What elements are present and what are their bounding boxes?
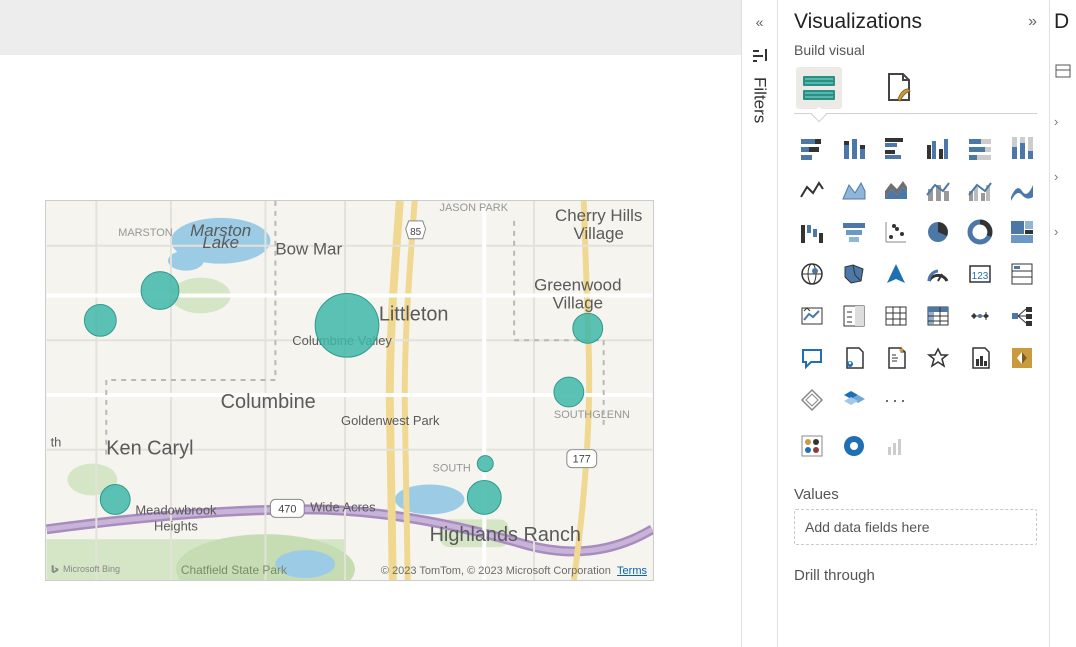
format-page-icon bbox=[882, 71, 916, 105]
bing-icon bbox=[50, 564, 60, 574]
funnel-chart-icon[interactable] bbox=[836, 214, 872, 250]
map-label: th bbox=[51, 435, 62, 450]
hundred-stacked-bar-icon[interactable] bbox=[962, 130, 998, 166]
custom-visual-2-icon[interactable] bbox=[836, 428, 872, 464]
line-stacked-column-icon[interactable] bbox=[920, 172, 956, 208]
get-more-visuals-icon[interactable]: ··· bbox=[878, 382, 914, 418]
stacked-area-chart-icon[interactable] bbox=[878, 172, 914, 208]
area-chart-icon[interactable] bbox=[836, 172, 872, 208]
pie-chart-icon[interactable] bbox=[920, 214, 956, 250]
values-field-well[interactable]: Add data fields here bbox=[794, 509, 1037, 545]
map-label: JASON PARK bbox=[440, 202, 509, 214]
collapse-viz-icon[interactable]: » bbox=[1028, 13, 1037, 31]
clustered-column-chart-icon[interactable] bbox=[920, 130, 956, 166]
map-svg: 470 177 85 MARSTON MarstonLake Bow Mar J… bbox=[46, 201, 653, 580]
map-label: Goldenwest Park bbox=[341, 413, 440, 428]
multi-row-card-icon[interactable] bbox=[1004, 256, 1040, 292]
smart-narrative-icon[interactable] bbox=[836, 340, 872, 376]
line-chart-icon[interactable] bbox=[794, 172, 830, 208]
waterfall-chart-icon[interactable] bbox=[794, 214, 830, 250]
map-label: Wide Acres bbox=[310, 499, 375, 514]
line-clustered-column-icon[interactable] bbox=[962, 172, 998, 208]
stacked-bar-chart-icon[interactable] bbox=[794, 130, 830, 166]
filters-label[interactable]: Filters bbox=[750, 77, 770, 123]
build-visual-icon bbox=[801, 73, 837, 103]
treemap-icon[interactable] bbox=[1004, 214, 1040, 250]
map-visual[interactable]: 470 177 85 MARSTON MarstonLake Bow Mar J… bbox=[45, 200, 654, 581]
format-visual-tab[interactable] bbox=[876, 67, 922, 109]
map-attribution-logo: Microsoft Bing bbox=[50, 564, 120, 577]
kpi-icon[interactable] bbox=[794, 298, 830, 334]
build-visual-label: Build visual bbox=[794, 42, 1037, 58]
custom-visual-1-icon[interactable] bbox=[794, 428, 830, 464]
ribbon-area bbox=[0, 0, 741, 55]
map-label: Chatfield State Park bbox=[181, 563, 287, 577]
filters-pane-collapsed: « Filters bbox=[741, 0, 778, 647]
filled-map-icon[interactable] bbox=[836, 256, 872, 292]
slicer-icon[interactable] bbox=[836, 298, 872, 334]
chevron-right-icon[interactable]: › bbox=[1054, 114, 1076, 129]
scatter-chart-icon[interactable] bbox=[878, 214, 914, 250]
r-visual-icon[interactable] bbox=[962, 298, 998, 334]
build-visual-tab[interactable] bbox=[796, 67, 842, 109]
table-icon[interactable] bbox=[878, 298, 914, 334]
svg-text:123: 123 bbox=[972, 271, 989, 282]
key-influencers-icon[interactable] bbox=[920, 340, 956, 376]
map-label: Ken Caryl bbox=[106, 438, 193, 460]
visualizations-pane: Visualizations » Build visual bbox=[778, 0, 1050, 647]
svg-text:177: 177 bbox=[573, 454, 591, 466]
map-label: Littleton bbox=[379, 303, 449, 325]
map-icon[interactable] bbox=[794, 256, 830, 292]
values-section-label: Values bbox=[794, 486, 1037, 503]
expand-filters-icon[interactable]: « bbox=[742, 14, 777, 30]
azure-map-icon[interactable] bbox=[878, 256, 914, 292]
data-pane-collapsed: D › › › bbox=[1050, 0, 1076, 647]
map-label: Columbine bbox=[221, 391, 316, 413]
svg-text:470: 470 bbox=[278, 503, 296, 515]
app-source-icon[interactable] bbox=[836, 382, 872, 418]
visualizations-title: Visualizations bbox=[794, 10, 922, 34]
chevron-right-icon[interactable]: › bbox=[1054, 169, 1076, 184]
card-icon[interactable]: 123 bbox=[962, 256, 998, 292]
map-attribution-text: © 2023 TomTom, © 2023 Microsoft Corporat… bbox=[381, 565, 647, 577]
paginated-report-icon[interactable] bbox=[878, 340, 914, 376]
clustered-bar-chart-icon[interactable] bbox=[878, 130, 914, 166]
stacked-column-chart-icon[interactable] bbox=[836, 130, 872, 166]
filters-icon bbox=[742, 48, 777, 65]
report-canvas[interactable]: 470 177 85 MARSTON MarstonLake Bow Mar J… bbox=[0, 55, 741, 647]
map-label: Highlands Ranch bbox=[430, 524, 581, 546]
map-label: MARSTON bbox=[118, 227, 173, 239]
hundred-stacked-column-icon[interactable] bbox=[1004, 130, 1040, 166]
custom-visual-3-icon[interactable] bbox=[878, 428, 914, 464]
drill-through-label: Drill through bbox=[794, 567, 1037, 584]
map-terms-link[interactable]: Terms bbox=[617, 565, 647, 577]
donut-chart-icon[interactable] bbox=[962, 214, 998, 250]
gauge-icon[interactable] bbox=[920, 256, 956, 292]
qa-visual-icon[interactable] bbox=[794, 340, 830, 376]
viz-gallery: 123 ··· bbox=[794, 130, 1037, 418]
data-pane-letter: D bbox=[1054, 10, 1076, 34]
svg-text:85: 85 bbox=[410, 227, 422, 238]
map-label: Bow Mar bbox=[275, 240, 342, 259]
chevron-right-icon[interactable]: › bbox=[1054, 224, 1076, 239]
python-visual-icon[interactable] bbox=[962, 340, 998, 376]
ribbon-chart-icon[interactable] bbox=[1004, 172, 1040, 208]
decomposition-tree-icon[interactable] bbox=[1004, 298, 1040, 334]
data-pane-item-icon[interactable] bbox=[1054, 62, 1076, 86]
matrix-icon[interactable] bbox=[920, 298, 956, 334]
map-label: SOUTHGLENN bbox=[554, 409, 630, 421]
map-label: SOUTH bbox=[433, 463, 471, 475]
power-automate-icon[interactable] bbox=[794, 382, 830, 418]
power-apps-icon[interactable] bbox=[1004, 340, 1040, 376]
